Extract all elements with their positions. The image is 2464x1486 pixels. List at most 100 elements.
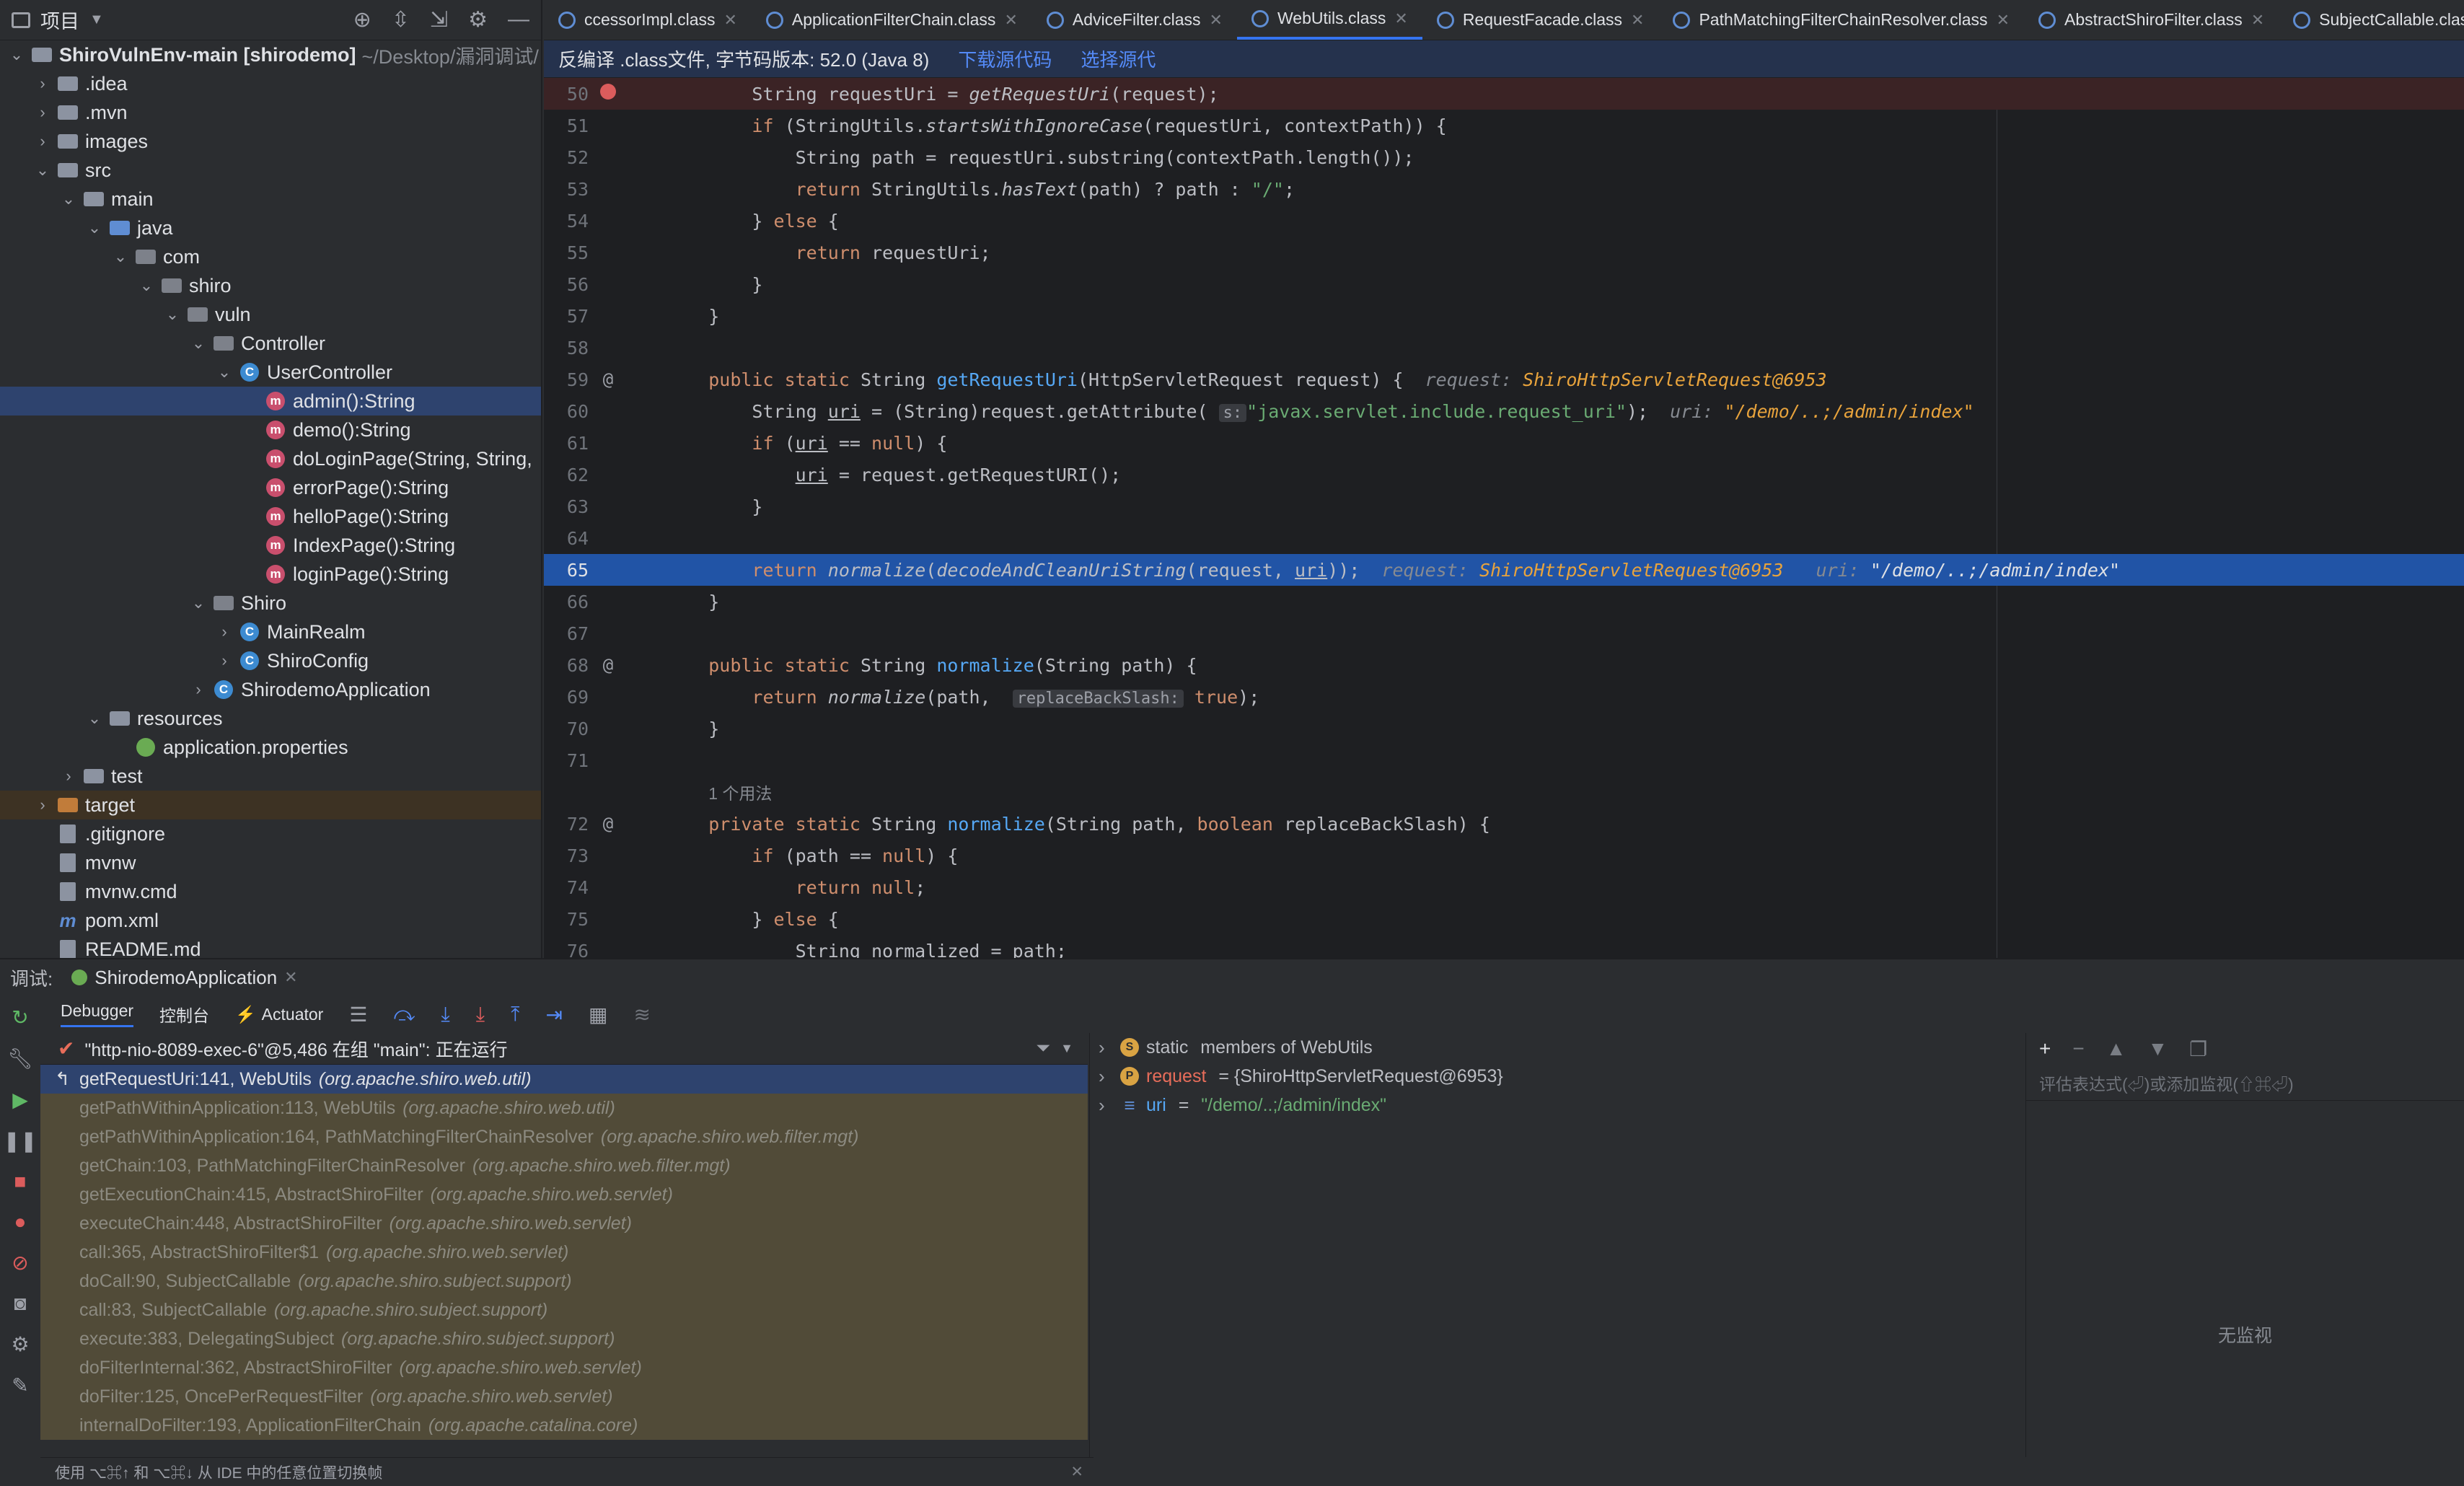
chevron-right-icon[interactable]: ›	[35, 103, 50, 122]
close-icon[interactable]: ✕	[1394, 9, 1407, 28]
tree-item[interactable]: › test	[0, 762, 541, 791]
tree-item[interactable]: ⌄ C UserController	[0, 358, 541, 387]
expand-all-icon[interactable]: ⇳	[392, 7, 410, 32]
code-line-62[interactable]: 62 uri = request.getRequestURI();	[544, 459, 2464, 491]
stack-frame[interactable]: getChain:103, PathMatchingFilterChainRes…	[40, 1151, 1088, 1180]
tree-item[interactable]: m errorPage():String	[0, 473, 541, 502]
stack-frame[interactable]: doFilterInternal:362, AbstractShiroFilte…	[40, 1353, 1088, 1382]
project-panel-title[interactable]: 项目	[40, 6, 79, 34]
chevron-down-icon[interactable]: ⌄	[164, 305, 180, 324]
tree-item[interactable]: › .mvn	[0, 98, 541, 127]
tree-item[interactable]: › C ShiroConfig	[0, 646, 541, 675]
tree-item[interactable]: README.md	[0, 935, 541, 958]
duplicate-icon[interactable]: ❐	[2189, 1037, 2207, 1061]
tree-item[interactable]: › images	[0, 127, 541, 156]
stack-frame[interactable]: doCall:90, SubjectCallable (org.apache.sh…	[40, 1267, 1088, 1296]
chevron-right-icon[interactable]: ›	[35, 74, 50, 93]
mute-breakpoints-icon[interactable]: ⊘	[12, 1251, 28, 1275]
tree-item[interactable]: ⌄ main	[0, 185, 541, 214]
chevron-down-icon[interactable]: ⌄	[190, 334, 206, 353]
choose-source-link[interactable]: 选择源代	[1081, 45, 1156, 72]
code-line-56[interactable]: 56 }	[544, 268, 2464, 300]
code-line-59[interactable]: 59 @ public static String getRequestUri(H…	[544, 364, 2464, 395]
code-line-75[interactable]: 75 } else {	[544, 903, 2464, 935]
tree-item[interactable]: ⌄ java	[0, 214, 541, 242]
view-breakpoints-icon[interactable]: ●	[14, 1210, 27, 1234]
chevron-down-icon[interactable]: ⌄	[113, 247, 128, 266]
code-line-68[interactable]: 68 @ public static String normalize(Strin…	[544, 649, 2464, 681]
collapse-all-icon[interactable]: ⇲	[430, 7, 448, 32]
tab-console[interactable]: 控制台	[159, 1002, 209, 1026]
hide-icon[interactable]: —	[508, 7, 529, 32]
rerun-icon[interactable]: ↻	[12, 1006, 28, 1029]
tree-item[interactable]: m admin():String	[0, 387, 541, 416]
stack-frame[interactable]: ↰ getRequestUri:141, WebUtils (org.apache.…	[40, 1065, 1088, 1094]
editor-tab[interactable]: RequestFacade.class ✕	[1422, 0, 1659, 40]
breakpoint-icon[interactable]	[594, 84, 622, 104]
code-line-58[interactable]: 58	[544, 332, 2464, 364]
chevron-right-icon[interactable]: ›	[190, 680, 206, 699]
variable-row[interactable]: › Sstatic members of WebUtils	[1090, 1033, 2024, 1062]
download-source-link[interactable]: 下载源代码	[958, 45, 1052, 72]
close-icon[interactable]: ✕	[1997, 11, 2010, 30]
filter-icon[interactable]: ⏷	[1036, 1038, 1050, 1059]
override-icon[interactable]: @	[594, 814, 622, 834]
settings-icon[interactable]: ⚙	[11, 1332, 29, 1356]
tree-item[interactable]: m pom.xml	[0, 906, 541, 935]
move-down-icon[interactable]: ▼	[2147, 1037, 2168, 1060]
chevron-down-icon[interactable]: ▼	[89, 12, 104, 28]
menu-icon[interactable]: ☰	[349, 1003, 367, 1026]
force-step-into-icon[interactable]: ⤓	[476, 1003, 485, 1026]
editor-tab[interactable]: WebUtils.class ✕	[1236, 0, 1422, 40]
code-line-50[interactable]: 50 String requestUri = getRequestUri(req…	[544, 78, 2464, 110]
move-up-icon[interactable]: ▲	[2106, 1037, 2126, 1060]
code-line-76[interactable]: 76 String normalized = path;	[544, 935, 2464, 959]
locate-icon[interactable]: ⊕	[353, 7, 371, 32]
chevron-down-icon[interactable]: ⌄	[61, 190, 76, 208]
tree-item[interactable]: m helloPage():String	[0, 502, 541, 531]
chevron-right-icon[interactable]: ›	[1099, 1065, 1113, 1088]
tree-item[interactable]: application.properties	[0, 733, 541, 762]
gear-icon[interactable]: ⚙	[468, 7, 488, 32]
chevron-right-icon[interactable]: ›	[35, 132, 50, 151]
tree-item[interactable]: m loginPage():String	[0, 560, 541, 589]
stack-frame[interactable]: getPathWithinApplication:113, WebUtils (o…	[40, 1094, 1088, 1122]
code-line-66[interactable]: 66 }	[544, 586, 2464, 617]
tree-item[interactable]: m demo():String	[0, 416, 541, 444]
close-icon[interactable]: ✕	[1210, 11, 1223, 30]
editor-tab[interactable]: AbstractShiroFilter.class ✕	[2024, 0, 2279, 40]
code-line-52[interactable]: 52 String path = requestUri.substring(co…	[544, 141, 2464, 173]
close-icon[interactable]: ✕	[1070, 1463, 1083, 1481]
chevron-right-icon[interactable]: ›	[61, 767, 76, 786]
chevron-down-icon[interactable]: ⌄	[35, 161, 50, 180]
code-line-63[interactable]: 63 }	[544, 491, 2464, 522]
tree-item[interactable]: ⌄ src	[0, 156, 541, 185]
close-icon[interactable]: ✕	[1004, 11, 1017, 30]
stack-frame[interactable]: getExecutionChain:415, AbstractShiroFilt…	[40, 1180, 1088, 1209]
editor-tab[interactable]: ccessorImpl.class ✕	[544, 0, 752, 40]
stack-frame[interactable]: call:365, AbstractShiroFilter$1 (org.apac…	[40, 1238, 1088, 1267]
editor-tab[interactable]: SubjectCallable.class✕	[2279, 0, 2464, 40]
chevron-down-icon[interactable]: ⌄	[138, 276, 154, 295]
code-line-54[interactable]: 54 } else {	[544, 205, 2464, 237]
wrench-icon[interactable]: 🔧︎	[7, 1047, 33, 1070]
run-to-cursor-icon[interactable]: ⇥	[546, 1003, 563, 1026]
tree-item[interactable]: mvnw.cmd	[0, 877, 541, 906]
chevron-down-icon[interactable]: ⌄	[216, 363, 232, 382]
tab-actuator[interactable]: ⚡ Actuator	[235, 1005, 323, 1024]
stack-frame[interactable]: doFilter:125, OncePerRequestFilter (org.a…	[40, 1382, 1088, 1411]
chevron-down-icon[interactable]: ⌄	[87, 219, 102, 237]
pause-icon[interactable]: ❚❚	[4, 1129, 38, 1153]
trace-icon[interactable]: ≋	[633, 1003, 650, 1026]
chevron-right-icon[interactable]: ›	[35, 796, 50, 814]
tree-item[interactable]: ⌄ ShiroVulnEnv-main [shirodemo] ~/Desktop/…	[0, 40, 541, 69]
code-line-74[interactable]: 74 return null;	[544, 871, 2464, 903]
editor-tab[interactable]: PathMatchingFilterChainResolver.class ✕	[1658, 0, 2024, 40]
code-editor[interactable]: 50 String requestUri = getRequestUri(req…	[544, 78, 2464, 958]
code-line-60[interactable]: 60 String uri = (String)request.getAttri…	[544, 395, 2464, 427]
tab-debugger[interactable]: Debugger	[61, 1001, 134, 1027]
chevron-right-icon[interactable]: ›	[1099, 1037, 1113, 1059]
code-line-55[interactable]: 55 return requestUri;	[544, 237, 2464, 268]
code-line-70[interactable]: 70 }	[544, 713, 2464, 744]
code-line-72[interactable]: 72 @ private static String normalize(Stri…	[544, 808, 2464, 840]
